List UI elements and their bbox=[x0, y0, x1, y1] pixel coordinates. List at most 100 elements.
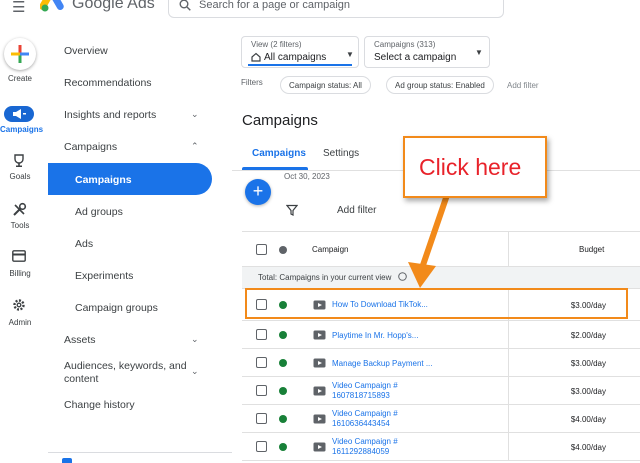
campaign-name-link[interactable]: Video Campaign #1611292884059 bbox=[332, 437, 398, 457]
top-bar: ☰ Google Ads Search for a page or campai… bbox=[0, 0, 640, 22]
campaign-name-line: Video Campaign # bbox=[332, 437, 398, 446]
row-checkbox[interactable] bbox=[256, 357, 267, 368]
campaign-budget: $4.00/day bbox=[570, 443, 606, 452]
video-campaign-icon bbox=[313, 414, 326, 424]
nav-campaigns-group[interactable]: Campaigns bbox=[64, 141, 117, 153]
sidebar-nav: Overview Recommendations Insights and re… bbox=[48, 22, 232, 463]
trophy-icon[interactable] bbox=[12, 154, 26, 168]
rail-campaigns-label: Campaigns bbox=[0, 125, 44, 134]
nav-ads[interactable]: Ads bbox=[75, 238, 93, 250]
column-divider bbox=[508, 232, 509, 268]
nav-audiences-line2[interactable]: content bbox=[64, 373, 98, 385]
add-campaign-button[interactable]: + bbox=[245, 179, 271, 205]
status-enabled-icon bbox=[279, 331, 287, 339]
rail-campaigns-button[interactable] bbox=[4, 106, 34, 122]
add-filter-link[interactable]: Add filter bbox=[507, 81, 539, 90]
rail-tools-label: Tools bbox=[10, 221, 30, 230]
chevron-down-icon[interactable]: ⌄ bbox=[191, 366, 199, 377]
nav-overview[interactable]: Overview bbox=[64, 45, 108, 57]
megaphone-icon bbox=[13, 109, 26, 119]
left-rail: Create Campaigns Goals Tools Billing Adm… bbox=[0, 22, 48, 463]
column-divider bbox=[508, 405, 509, 433]
filter-chip-campaign-status[interactable]: Campaign status: All bbox=[280, 76, 371, 94]
nav-recommendations[interactable]: Recommendations bbox=[64, 77, 152, 89]
nav-audiences-line1[interactable]: Audiences, keywords, and bbox=[64, 360, 187, 372]
dropdown-icon: ▼ bbox=[475, 48, 483, 57]
chevron-down-icon[interactable]: ⌄ bbox=[191, 109, 199, 120]
video-campaign-icon bbox=[313, 386, 326, 396]
bottom-indicator bbox=[62, 458, 72, 463]
chevron-up-icon[interactable]: ⌃ bbox=[191, 141, 199, 152]
filter-icon[interactable] bbox=[286, 204, 298, 216]
add-filter-button[interactable]: Add filter bbox=[337, 205, 376, 216]
search-input[interactable]: Search for a page or campaign bbox=[168, 0, 504, 18]
row-checkbox[interactable] bbox=[256, 385, 267, 396]
nav-campaign-groups[interactable]: Campaign groups bbox=[75, 302, 158, 314]
campaign-budget: $3.00/day bbox=[570, 359, 606, 368]
column-divider bbox=[508, 349, 509, 377]
column-header-campaign[interactable]: Campaign bbox=[312, 245, 348, 254]
campaign-name-line: Video Campaign # bbox=[332, 409, 398, 418]
row-checkbox[interactable] bbox=[256, 413, 267, 424]
chevron-down-icon[interactable]: ⌄ bbox=[191, 334, 199, 345]
campaign-budget: $2.00/day bbox=[570, 331, 606, 340]
view-selector[interactable]: View (2 filters) All campaigns ▼ bbox=[241, 36, 359, 68]
nav-insights-and-reports[interactable]: Insights and reports bbox=[64, 109, 156, 121]
rail-create-label: Create bbox=[7, 74, 32, 83]
date-range[interactable]: Oct 30, 2023 bbox=[284, 172, 330, 181]
highlight-box bbox=[245, 288, 628, 319]
status-enabled-icon bbox=[279, 415, 287, 423]
table-row[interactable]: Video Campaign #1611292884059 $4.00/day bbox=[242, 433, 640, 461]
callout-box: Click here bbox=[403, 136, 547, 198]
campaign-name-link[interactable]: Video Campaign #1610636443454 bbox=[332, 409, 398, 429]
table-row[interactable]: Manage Backup Payment ... $3.00/day bbox=[242, 349, 640, 377]
nav-change-history[interactable]: Change history bbox=[64, 399, 135, 411]
campaign-name-line: 1607818715893 bbox=[332, 391, 390, 400]
video-campaign-icon bbox=[313, 358, 326, 368]
campaign-name-link[interactable]: Manage Backup Payment ... bbox=[332, 359, 433, 369]
campaign-budget: $3.00/day bbox=[570, 387, 606, 396]
campaign-name-link[interactable]: Playtime In Mr. Hopp's... bbox=[332, 331, 418, 341]
dropdown-icon: ▼ bbox=[346, 50, 354, 59]
select-all-checkbox[interactable] bbox=[256, 244, 267, 255]
status-enabled-icon bbox=[279, 359, 287, 367]
campaign-name-line: Video Campaign # bbox=[332, 381, 398, 390]
rail-goals-label: Goals bbox=[9, 172, 31, 181]
callout-text: Click here bbox=[419, 154, 522, 180]
tools-icon[interactable] bbox=[12, 202, 27, 217]
nav-assets[interactable]: Assets bbox=[64, 334, 96, 346]
campaign-name-line: 1611292884059 bbox=[332, 447, 390, 456]
rail-billing-label: Billing bbox=[9, 269, 31, 278]
tab-settings[interactable]: Settings bbox=[323, 148, 359, 159]
billing-icon[interactable] bbox=[12, 250, 26, 262]
view-value: All campaigns bbox=[264, 52, 327, 63]
divider bbox=[48, 452, 232, 453]
campaign-budget: $4.00/day bbox=[570, 415, 606, 424]
column-header-budget[interactable]: Budget bbox=[579, 245, 604, 254]
search-placeholder: Search for a page or campaign bbox=[199, 0, 351, 11]
gear-icon[interactable] bbox=[12, 298, 26, 312]
arrow-icon bbox=[408, 196, 449, 288]
view-caption: View (2 filters) bbox=[251, 40, 302, 49]
nav-ad-groups[interactable]: Ad groups bbox=[75, 206, 123, 218]
status-enabled-icon bbox=[279, 443, 287, 451]
nav-experiments[interactable]: Experiments bbox=[75, 270, 133, 282]
table-row[interactable]: Video Campaign #1607818715893 $3.00/day bbox=[242, 377, 640, 405]
tab-campaigns[interactable]: Campaigns bbox=[252, 148, 306, 159]
menu-icon[interactable]: ☰ bbox=[12, 0, 25, 16]
row-checkbox[interactable] bbox=[256, 329, 267, 340]
video-campaign-icon bbox=[313, 442, 326, 452]
column-divider bbox=[508, 433, 509, 461]
status-enabled-icon bbox=[279, 387, 287, 395]
video-campaign-icon bbox=[313, 330, 326, 340]
filter-chip-ad-group-status[interactable]: Ad group status: Enabled bbox=[386, 76, 494, 94]
campaign-name-link[interactable]: Video Campaign #1607818715893 bbox=[332, 381, 398, 401]
search-icon bbox=[179, 0, 191, 11]
campaign-selector[interactable]: Campaigns (313) Select a campaign ▼ bbox=[364, 36, 490, 68]
column-divider bbox=[508, 321, 509, 349]
create-button[interactable] bbox=[4, 38, 36, 70]
table-row[interactable]: Video Campaign #1610636443454 $4.00/day bbox=[242, 405, 640, 433]
row-checkbox[interactable] bbox=[256, 441, 267, 452]
column-divider bbox=[508, 377, 509, 405]
table-row[interactable]: Playtime In Mr. Hopp's... $2.00/day bbox=[242, 321, 640, 349]
